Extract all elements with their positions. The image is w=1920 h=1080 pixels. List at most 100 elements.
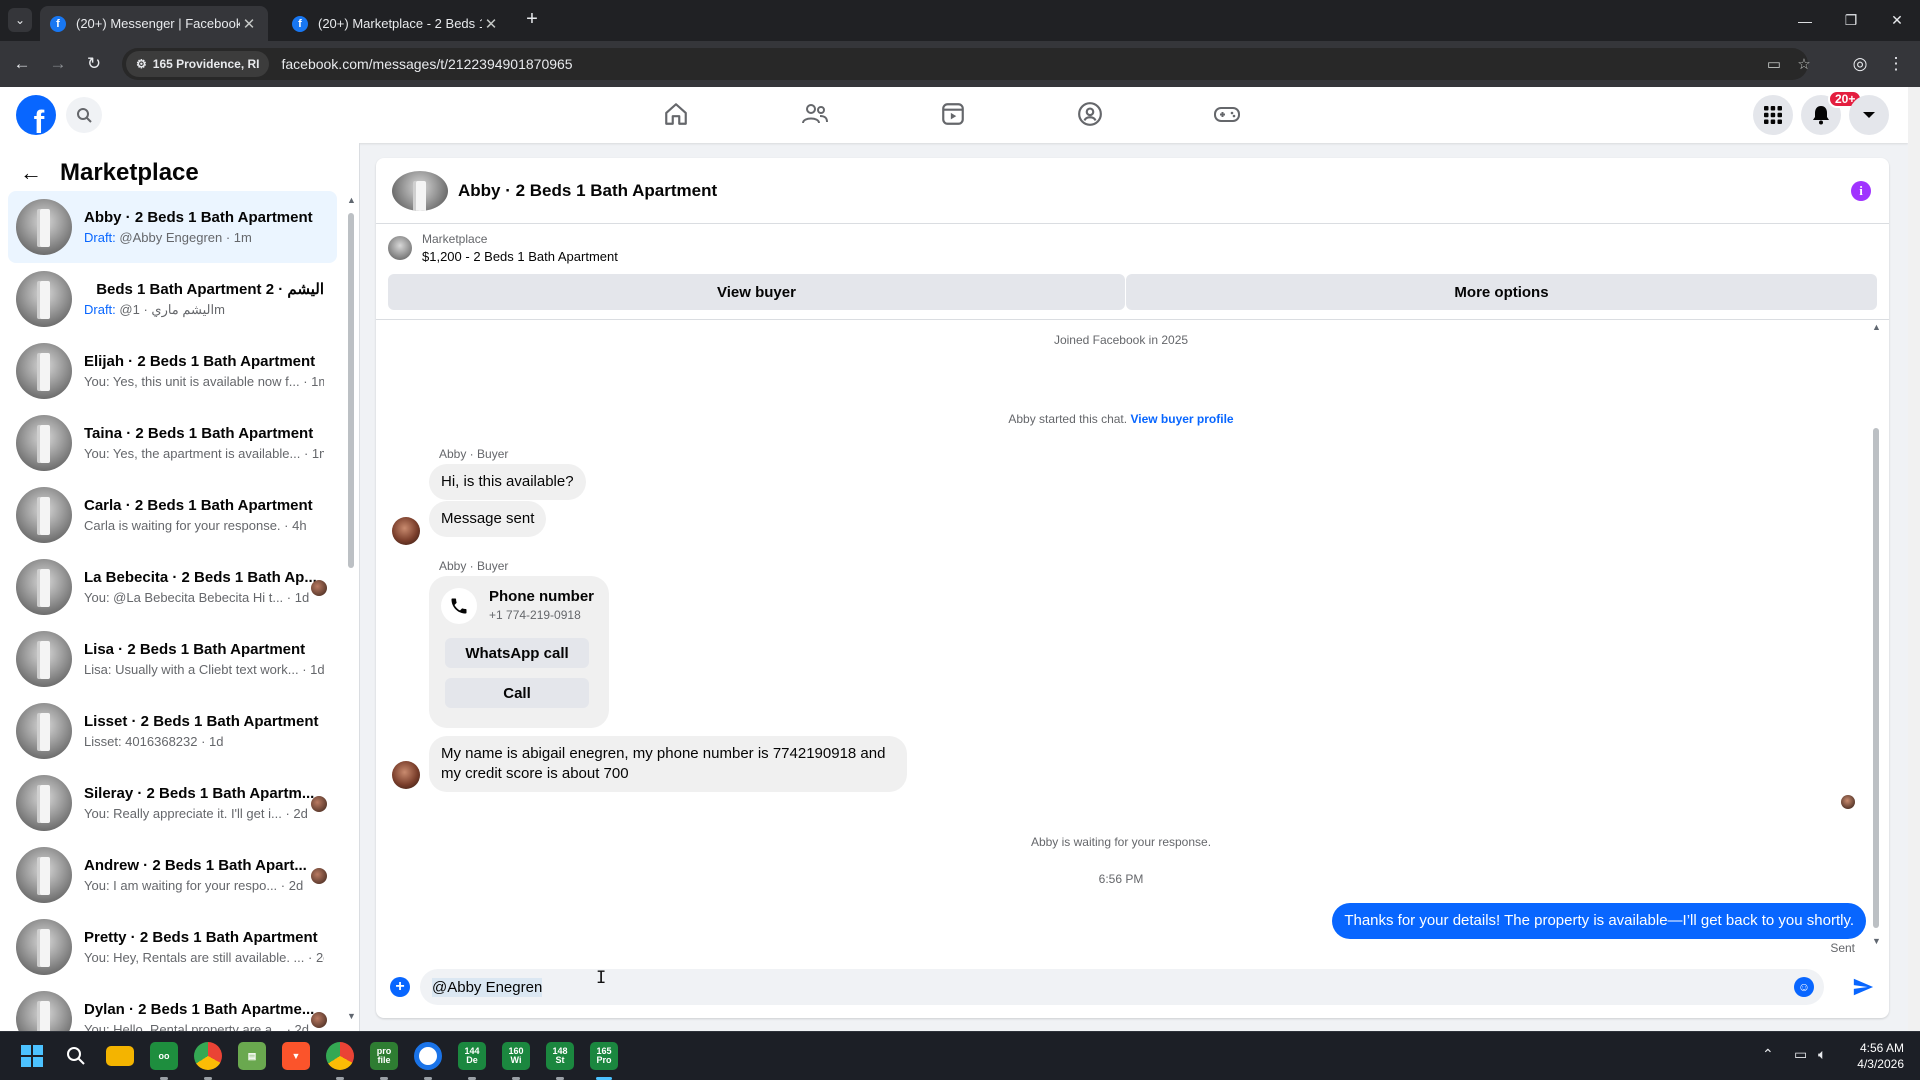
tab-search-button[interactable]: ⌄ [8,8,32,32]
conversation-item-lisa[interactable]: Lisa · 2 Beds 1 Bath Apartment Lisa: Usu… [8,623,337,695]
conversation-item-carla[interactable]: Carla · 2 Beds 1 Bath Apartment Carla is… [8,479,337,551]
close-window-button[interactable]: ✕ [1874,0,1920,41]
menu-grid-icon[interactable] [1753,95,1793,135]
emoji-icon[interactable]: ☺ [1794,977,1814,997]
browser-tab-messenger[interactable]: f (20+) Messenger | Facebook ✕ [40,6,268,41]
scrollbar-thumb[interactable] [1873,428,1879,928]
conversation-item-lisset[interactable]: Lisset · 2 Beds 1 Bath Apartment Lisset:… [8,695,337,767]
listing-summary[interactable]: Marketplace $1,200 - 2 Beds 1 Bath Apart… [388,232,618,264]
148-st-icon[interactable]: 148 St [546,1042,574,1070]
view-buyer-button[interactable]: View buyer [388,274,1125,310]
conversation-item-alyashm[interactable]: اليشم · 2 Beds 1 Bath Apartment Draft: @… [8,263,337,335]
listing-thumbnail [16,703,72,759]
scroll-up-arrow-icon[interactable]: ▲ [1872,322,1881,332]
start-icon[interactable] [18,1042,46,1070]
minimize-button[interactable]: — [1782,0,1828,41]
chat-title[interactable]: Abby · 2 Beds 1 Bath Apartment [458,181,717,201]
back-arrow-icon[interactable]: ← [20,160,42,186]
scroll-down-arrow-icon[interactable]: ▼ [1872,936,1881,946]
view-buyer-profile-link[interactable]: View buyer profile [1130,412,1233,426]
back-icon[interactable]: ← [10,52,34,76]
url-text[interactable]: facebook.com/messages/t/2122394901870965 [281,56,572,72]
card-phone-number: +1 774-219-0918 [489,608,581,622]
scrollbar-thumb[interactable] [348,213,354,568]
network-icon[interactable]: ▭ [1794,1046,1807,1063]
search-icon[interactable] [62,1042,90,1070]
conversation-item-elijah[interactable]: Elijah · 2 Beds 1 Bath Apartment You: Ye… [8,335,337,407]
facebook-favicon-icon: f [292,15,308,32]
system-clock[interactable]: 4:56 AM 4/3/2026 [1857,1040,1904,1072]
conversation-item-pretty[interactable]: Pretty · 2 Beds 1 Bath Apartment You: He… [8,911,337,983]
conversation-item-la-bebecita[interactable]: La Bebecita · 2 Beds 1 Bath Ap... You: @… [8,551,337,623]
app-icon[interactable]: oo [150,1042,178,1070]
reload-icon[interactable]: ↻ [82,52,106,76]
brave-icon[interactable]: ▼ [282,1042,310,1070]
more-options-button[interactable]: More options [1126,274,1877,310]
chat-scrollbar[interactable]: ▲ ▼ [1872,322,1881,948]
info-icon[interactable]: i [1851,181,1871,201]
scroll-down-arrow-icon[interactable]: ▼ [347,1011,356,1021]
message-bubble[interactable]: My name is abigail enegren, my phone num… [429,736,907,792]
conversation-preview: You: I am waiting for your respo... · 2d [84,878,304,893]
site-settings-icon: ⚙ [136,57,147,71]
buyer-avatar[interactable] [392,761,420,789]
friends-icon[interactable] [800,99,830,129]
message-bubble[interactable]: Hi, is this available? [429,464,586,500]
page-scrollbar[interactable] [1908,87,1920,1031]
restore-button[interactable]: ❐ [1828,0,1874,41]
address-bar[interactable]: ⚙ 165 Providence, RI facebook.com/messag… [122,48,1811,80]
send-icon[interactable] [1851,975,1875,999]
gaming-icon[interactable] [1212,99,1242,129]
close-tab-icon[interactable]: ✕ [482,15,500,33]
install-app-icon[interactable]: ▭ [1762,52,1786,76]
scroll-up-arrow-icon[interactable]: ▲ [347,195,356,205]
bookmark-star-icon[interactable]: ☆ [1792,52,1816,76]
165-pro-icon[interactable]: 165 Pro [590,1042,618,1070]
listing-thumbnail [16,199,72,255]
profile-icon[interactable]: ◎ [1848,52,1872,76]
video-icon[interactable] [938,99,968,129]
notepad-icon[interactable]: ▤ [238,1042,266,1070]
close-tab-icon[interactable]: ✕ [240,15,258,33]
add-attachment-icon[interactable]: + [390,977,410,997]
message-input[interactable]: @Abby Enegren ☺ [420,969,1824,1005]
conversation-name: Taina · 2 Beds 1 Bath Apartment [84,425,314,442]
conversation-item-taina[interactable]: Taina · 2 Beds 1 Bath Apartment You: Yes… [8,407,337,479]
call-button[interactable]: Call [445,678,589,708]
facebook-favicon-icon: f [50,15,66,32]
search-icon[interactable] [66,97,102,133]
pro-file-icon[interactable]: pro file [370,1042,398,1070]
sidebar-scrollbar[interactable]: ▲ ▼ [347,195,356,1023]
160-wi-icon[interactable]: 160 Wi [502,1042,530,1070]
conversation-item-sileray[interactable]: Sileray · 2 Beds 1 Bath Apartm... You: R… [8,767,337,839]
conversation-item-abby[interactable]: Abby · 2 Beds 1 Bath Apartment Draft: @A… [8,191,337,263]
account-menu-chevron-icon[interactable] [1849,95,1889,135]
browser-tab-marketplace[interactable]: f (20+) Marketplace - 2 Beds 1 B ✕ [282,6,510,41]
buyer-avatar[interactable] [392,517,420,545]
home-icon[interactable] [661,99,691,129]
conversation-item-dylan[interactable]: Dylan · 2 Beds 1 Bath Apartme... You: He… [8,983,337,1031]
volume-icon[interactable]: 🔈︎ [1818,1046,1826,1063]
outgoing-message-bubble[interactable]: Thanks for your details! The property is… [1332,903,1866,939]
message-bubble[interactable]: Message sent [429,501,547,537]
listing-thumbnail [16,775,72,831]
site-info-chip[interactable]: ⚙ 165 Providence, RI [126,51,270,77]
chat-listing-thumbnail[interactable] [392,170,448,211]
tray-chevron-icon[interactable]: ⌃ [1762,1046,1774,1063]
facebook-logo[interactable]: f [16,95,56,135]
file-explorer-icon[interactable] [106,1046,134,1066]
phone-icon [441,588,477,624]
144-de-icon[interactable]: 144 De [458,1042,486,1070]
whatsapp-call-button[interactable]: WhatsApp call [445,638,589,668]
forward-icon[interactable]: → [46,52,70,76]
new-tab-button[interactable]: + [520,8,544,31]
tab-title: (20+) Messenger | Facebook [76,16,240,31]
message-status: Sent [1830,941,1855,955]
groups-icon[interactable] [1075,99,1105,129]
app-circle-icon[interactable] [414,1042,442,1070]
listing-thumbnail [16,631,72,687]
chrome-icon[interactable] [194,1042,222,1070]
chrome-profile-icon[interactable] [326,1042,354,1070]
conversation-item-andrew[interactable]: Andrew · 2 Beds 1 Bath Apart... You: I a… [8,839,337,911]
chrome-menu-icon[interactable]: ⋮ [1884,52,1908,76]
